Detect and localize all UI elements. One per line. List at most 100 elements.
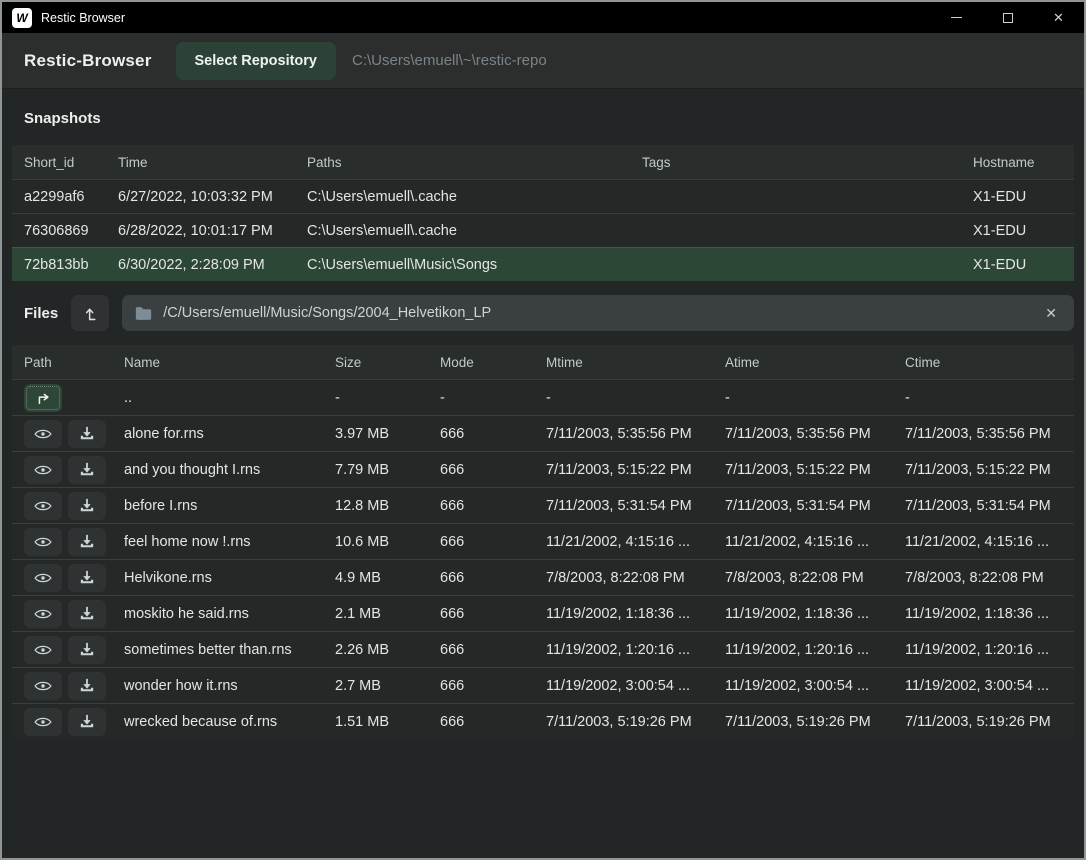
download-file-button[interactable] (68, 708, 106, 736)
snapshot-row[interactable]: a2299af6 6/27/2022, 10:03:32 PM C:\Users… (12, 179, 1074, 213)
column-header-tags[interactable]: Tags (642, 155, 973, 170)
snapshot-paths: C:\Users\emuell\.cache (307, 189, 642, 205)
eye-icon (34, 499, 52, 513)
download-icon (79, 642, 95, 657)
file-ctime: 7/11/2003, 5:31:54 PM (905, 498, 1062, 514)
file-mtime: 7/11/2003, 5:31:54 PM (546, 498, 725, 514)
file-ctime: 11/21/2002, 4:15:16 ... (905, 534, 1062, 550)
file-ctime: 11/19/2002, 1:18:36 ... (905, 606, 1062, 622)
file-name: moskito he said.rns (124, 606, 335, 622)
preview-file-button[interactable] (24, 636, 62, 664)
file-row[interactable]: Helvikone.rns 4.9 MB 666 7/8/2003, 8:22:… (12, 559, 1074, 595)
file-name: .. (124, 390, 335, 406)
eye-icon (34, 679, 52, 693)
column-header-atime[interactable]: Atime (725, 355, 905, 370)
file-row[interactable]: feel home now !.rns 10.6 MB 666 11/21/20… (12, 523, 1074, 559)
download-file-button[interactable] (68, 420, 106, 448)
column-header-hostname[interactable]: Hostname (973, 155, 1062, 170)
download-icon (79, 678, 95, 693)
file-atime: 7/11/2003, 5:19:26 PM (725, 714, 905, 730)
download-file-button[interactable] (68, 564, 106, 592)
file-atime: 11/19/2002, 1:20:16 ... (725, 642, 905, 658)
column-header-path[interactable]: Path (24, 355, 124, 370)
file-mtime: 7/11/2003, 5:35:56 PM (546, 426, 725, 442)
download-file-button[interactable] (68, 672, 106, 700)
snapshot-short-id: 72b813bb (24, 257, 118, 273)
file-row[interactable]: sometimes better than.rns 2.26 MB 666 11… (12, 631, 1074, 667)
file-row[interactable]: and you thought I.rns 7.79 MB 666 7/11/2… (12, 451, 1074, 487)
window-title: Restic Browser (41, 11, 125, 25)
app-window: W Restic Browser ✕ Restic-Browser Select… (0, 0, 1086, 860)
files-path-bar[interactable]: /C/Users/emuell/Music/Songs/2004_Helveti… (122, 295, 1074, 331)
file-size: 2.7 MB (335, 678, 440, 694)
file-ctime: 11/19/2002, 3:00:54 ... (905, 678, 1062, 694)
select-repository-button[interactable]: Select Repository (176, 42, 337, 80)
file-atime: 11/21/2002, 4:15:16 ... (725, 534, 905, 550)
file-row[interactable]: before I.rns 12.8 MB 666 7/11/2003, 5:31… (12, 487, 1074, 523)
column-header-short-id[interactable]: Short_id (24, 155, 118, 170)
file-name: before I.rns (124, 498, 335, 514)
column-header-time[interactable]: Time (118, 155, 307, 170)
preview-file-button[interactable] (24, 456, 62, 484)
clear-path-button[interactable]: ✕ (1041, 303, 1061, 324)
download-icon (79, 714, 95, 729)
snapshot-row[interactable]: 72b813bb 6/30/2022, 2:28:09 PM C:\Users\… (12, 247, 1074, 281)
preview-file-button[interactable] (24, 672, 62, 700)
file-ctime: 7/8/2003, 8:22:08 PM (905, 570, 1062, 586)
column-header-name[interactable]: Name (124, 355, 335, 370)
file-row[interactable]: wonder how it.rns 2.7 MB 666 11/19/2002,… (12, 667, 1074, 703)
files-path-input[interactable]: /C/Users/emuell/Music/Songs/2004_Helveti… (163, 305, 1030, 321)
preview-file-button[interactable] (24, 492, 62, 520)
download-file-button[interactable] (68, 456, 106, 484)
snapshots-heading: Snapshots (24, 110, 101, 127)
download-file-button[interactable] (68, 528, 106, 556)
download-icon (79, 570, 95, 585)
snapshots-table-header: Short_id Time Paths Tags Hostname (12, 145, 1074, 179)
file-mtime: - (546, 390, 725, 406)
minimize-button[interactable] (931, 2, 982, 33)
app-header: Restic-Browser Select Repository C:\User… (2, 33, 1084, 89)
column-header-paths[interactable]: Paths (307, 155, 642, 170)
file-row[interactable]: moskito he said.rns 2.1 MB 666 11/19/200… (12, 595, 1074, 631)
column-header-mtime[interactable]: Mtime (546, 355, 725, 370)
files-table-body: alone for.rns 3.97 MB 666 7/11/2003, 5:3… (12, 415, 1074, 739)
file-mode: 666 (440, 606, 546, 622)
file-mode: 666 (440, 462, 546, 478)
column-header-mode[interactable]: Mode (440, 355, 546, 370)
preview-file-button[interactable] (24, 708, 62, 736)
files-table-header: Path Name Size Mode Mtime Atime Ctime (12, 345, 1074, 379)
file-name: wonder how it.rns (124, 678, 335, 694)
titlebar: W Restic Browser ✕ (2, 2, 1084, 33)
file-size: 12.8 MB (335, 498, 440, 514)
file-name: Helvikone.rns (124, 570, 335, 586)
download-file-button[interactable] (68, 492, 106, 520)
file-atime: - (725, 390, 905, 406)
file-mtime: 7/8/2003, 8:22:08 PM (546, 570, 725, 586)
download-icon (79, 498, 95, 513)
file-mode: 666 (440, 498, 546, 514)
go-parent-directory-button[interactable] (24, 384, 62, 412)
preview-file-button[interactable] (24, 600, 62, 628)
preview-file-button[interactable] (24, 420, 62, 448)
column-header-ctime[interactable]: Ctime (905, 355, 1062, 370)
file-size: 2.26 MB (335, 642, 440, 658)
close-button[interactable]: ✕ (1033, 2, 1084, 33)
file-mtime: 7/11/2003, 5:15:22 PM (546, 462, 725, 478)
snapshots-table-body: a2299af6 6/27/2022, 10:03:32 PM C:\Users… (12, 179, 1074, 281)
file-size: 7.79 MB (335, 462, 440, 478)
download-file-button[interactable] (68, 636, 106, 664)
file-mtime: 11/19/2002, 1:20:16 ... (546, 642, 725, 658)
file-atime: 11/19/2002, 1:18:36 ... (725, 606, 905, 622)
download-file-button[interactable] (68, 600, 106, 628)
download-icon (79, 462, 95, 477)
column-header-size[interactable]: Size (335, 355, 440, 370)
file-row[interactable]: alone for.rns 3.97 MB 666 7/11/2003, 5:3… (12, 415, 1074, 451)
preview-file-button[interactable] (24, 564, 62, 592)
maximize-button[interactable] (982, 2, 1033, 33)
download-icon (79, 606, 95, 621)
snapshot-row[interactable]: 76306869 6/28/2022, 10:01:17 PM C:\Users… (12, 213, 1074, 247)
files-bar: Files /C/Users/emuell/Music/Songs/2004_H… (12, 295, 1074, 331)
preview-file-button[interactable] (24, 528, 62, 556)
file-row[interactable]: wrecked because of.rns 1.51 MB 666 7/11/… (12, 703, 1074, 739)
go-to-root-button[interactable] (71, 295, 109, 331)
